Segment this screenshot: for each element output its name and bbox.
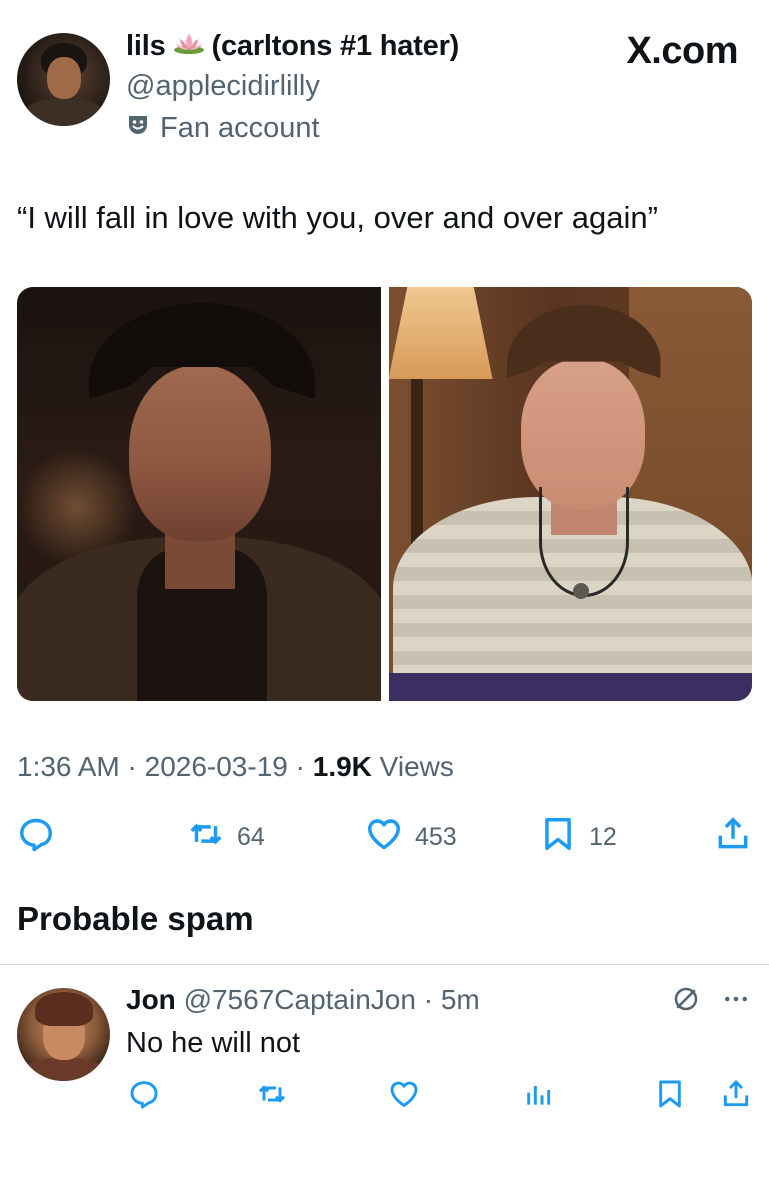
like-count: 453 bbox=[415, 823, 457, 851]
bookmark-button[interactable]: 12 bbox=[539, 815, 617, 860]
reply-views-button[interactable] bbox=[522, 1078, 554, 1115]
reply-text: No he will not bbox=[126, 1027, 301, 1059]
reply-share-button[interactable] bbox=[720, 1078, 752, 1115]
fan-account-label: Fan account bbox=[126, 112, 320, 145]
reply-author-name[interactable]: Jon bbox=[126, 984, 176, 1015]
meta-separator: · bbox=[119, 751, 145, 782]
lotus-icon bbox=[172, 30, 206, 64]
author-handle[interactable]: @applecidirlilly bbox=[126, 70, 320, 103]
bookmark-count: 12 bbox=[589, 823, 617, 851]
meta-separator: · bbox=[287, 751, 313, 782]
views-chart-icon bbox=[522, 1086, 554, 1114]
heart-icon bbox=[365, 815, 403, 860]
share-button[interactable] bbox=[714, 815, 752, 860]
reply-icon bbox=[128, 1081, 160, 1114]
tweet-action-bar: 64 453 12 bbox=[17, 815, 752, 859]
heart-icon bbox=[388, 1081, 420, 1114]
reply-retweet-button[interactable] bbox=[256, 1078, 288, 1115]
author-display-name[interactable]: lils (carltons #1 hater) bbox=[126, 30, 459, 64]
reply-header: Jon @7567CaptainJon · 5m bbox=[126, 984, 480, 1016]
reply-header-icons bbox=[671, 984, 751, 1019]
reply-author-avatar[interactable] bbox=[17, 988, 110, 1081]
reply-button[interactable] bbox=[17, 815, 55, 860]
reply-separator: · bbox=[415, 984, 441, 1015]
share-icon bbox=[720, 1079, 752, 1114]
author-avatar[interactable] bbox=[17, 33, 110, 126]
reply-like-button[interactable] bbox=[388, 1078, 420, 1115]
retweet-count: 64 bbox=[237, 823, 265, 851]
reply-time[interactable]: 5m bbox=[441, 984, 480, 1015]
tweet-photo-right[interactable] bbox=[388, 287, 752, 701]
spam-marked-icon[interactable] bbox=[671, 984, 701, 1019]
fan-account-text: Fan account bbox=[160, 112, 320, 144]
probable-spam-heading: Probable spam bbox=[17, 900, 254, 937]
tweet-date[interactable]: 2026-03-19 bbox=[145, 751, 288, 782]
reply-action-bar bbox=[126, 1078, 752, 1114]
retweet-button[interactable]: 64 bbox=[187, 815, 265, 860]
author-name-suffix: (carltons #1 hater) bbox=[211, 30, 460, 62]
like-button[interactable]: 453 bbox=[365, 815, 457, 860]
reply-reply-button[interactable] bbox=[128, 1078, 160, 1115]
share-icon bbox=[714, 815, 752, 860]
views-label: Views bbox=[371, 751, 454, 782]
x-brand-label: X.com bbox=[626, 30, 738, 72]
retweet-icon bbox=[187, 815, 225, 860]
tweet-photo-left[interactable] bbox=[17, 287, 381, 701]
tweet-time[interactable]: 1:36 AM bbox=[17, 751, 120, 782]
divider bbox=[0, 964, 769, 965]
author-name-prefix: lils bbox=[126, 30, 166, 62]
tweet-media-grid[interactable] bbox=[17, 287, 752, 701]
views-count: 1.9K bbox=[312, 751, 372, 782]
bookmark-icon bbox=[539, 815, 577, 860]
retweet-icon bbox=[256, 1085, 288, 1114]
theater-masks-icon bbox=[126, 112, 150, 145]
reply-author-handle[interactable]: @7567CaptainJon bbox=[184, 984, 416, 1015]
tweet-text: “I will fall in love with you, over and … bbox=[17, 200, 658, 235]
reply-bookmark-button[interactable] bbox=[654, 1078, 686, 1115]
tweet-meta: 1:36 AM · 2026-03-19 · 1.9K Views bbox=[17, 751, 454, 783]
reply-icon bbox=[17, 815, 55, 860]
more-icon[interactable] bbox=[721, 984, 751, 1019]
bookmark-icon bbox=[654, 1080, 686, 1114]
